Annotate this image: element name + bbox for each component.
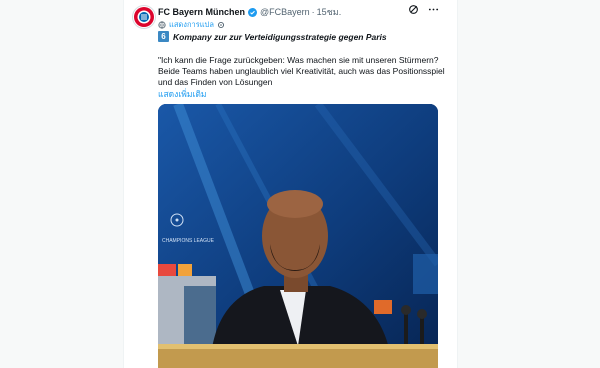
- translate-icon: [158, 21, 166, 29]
- author-name[interactable]: FC Bayern München: [158, 7, 245, 17]
- translation-row: แสดงการแปล: [158, 19, 225, 31]
- verified-badge-icon: [248, 7, 258, 17]
- author-handle[interactable]: @FCBayern: [260, 7, 310, 17]
- tweet-header: FC Bayern München @FCBayern · 15ชม.: [158, 5, 341, 19]
- separator: ·: [311, 7, 315, 17]
- avatar[interactable]: [132, 5, 156, 29]
- tweet-card[interactable]: FC Bayern München @FCBayern · 15ชม. แสดง…: [123, 0, 458, 368]
- bayern-logo-icon: [134, 7, 154, 27]
- show-translation-link[interactable]: แสดงการแปล: [169, 19, 214, 31]
- show-more-link[interactable]: แสดงเพิ่มเติม: [158, 87, 206, 101]
- timestamp[interactable]: 15ชม.: [317, 5, 342, 19]
- headline-text: Kompany zur zur Verteidigungsstrategie g…: [173, 31, 387, 42]
- tweet-text: "Ich kann die Frage zurückgeben: Was mac…: [158, 55, 445, 87]
- grok-icon[interactable]: [408, 4, 419, 15]
- tweet-image[interactable]: CHAMPIONS LEAGUE: [158, 104, 438, 368]
- tweet-headline: 6 Kompany zur zur Verteidigungsstrategie…: [158, 31, 387, 42]
- tweet-actions: [408, 4, 439, 15]
- media-banner-text: CHAMPIONS LEAGUE: [162, 238, 215, 244]
- number-badge: 6: [158, 31, 169, 42]
- gear-icon[interactable]: [217, 21, 225, 29]
- kompany-press-conference-image: CHAMPIONS LEAGUE: [158, 104, 438, 368]
- more-icon[interactable]: [428, 4, 439, 15]
